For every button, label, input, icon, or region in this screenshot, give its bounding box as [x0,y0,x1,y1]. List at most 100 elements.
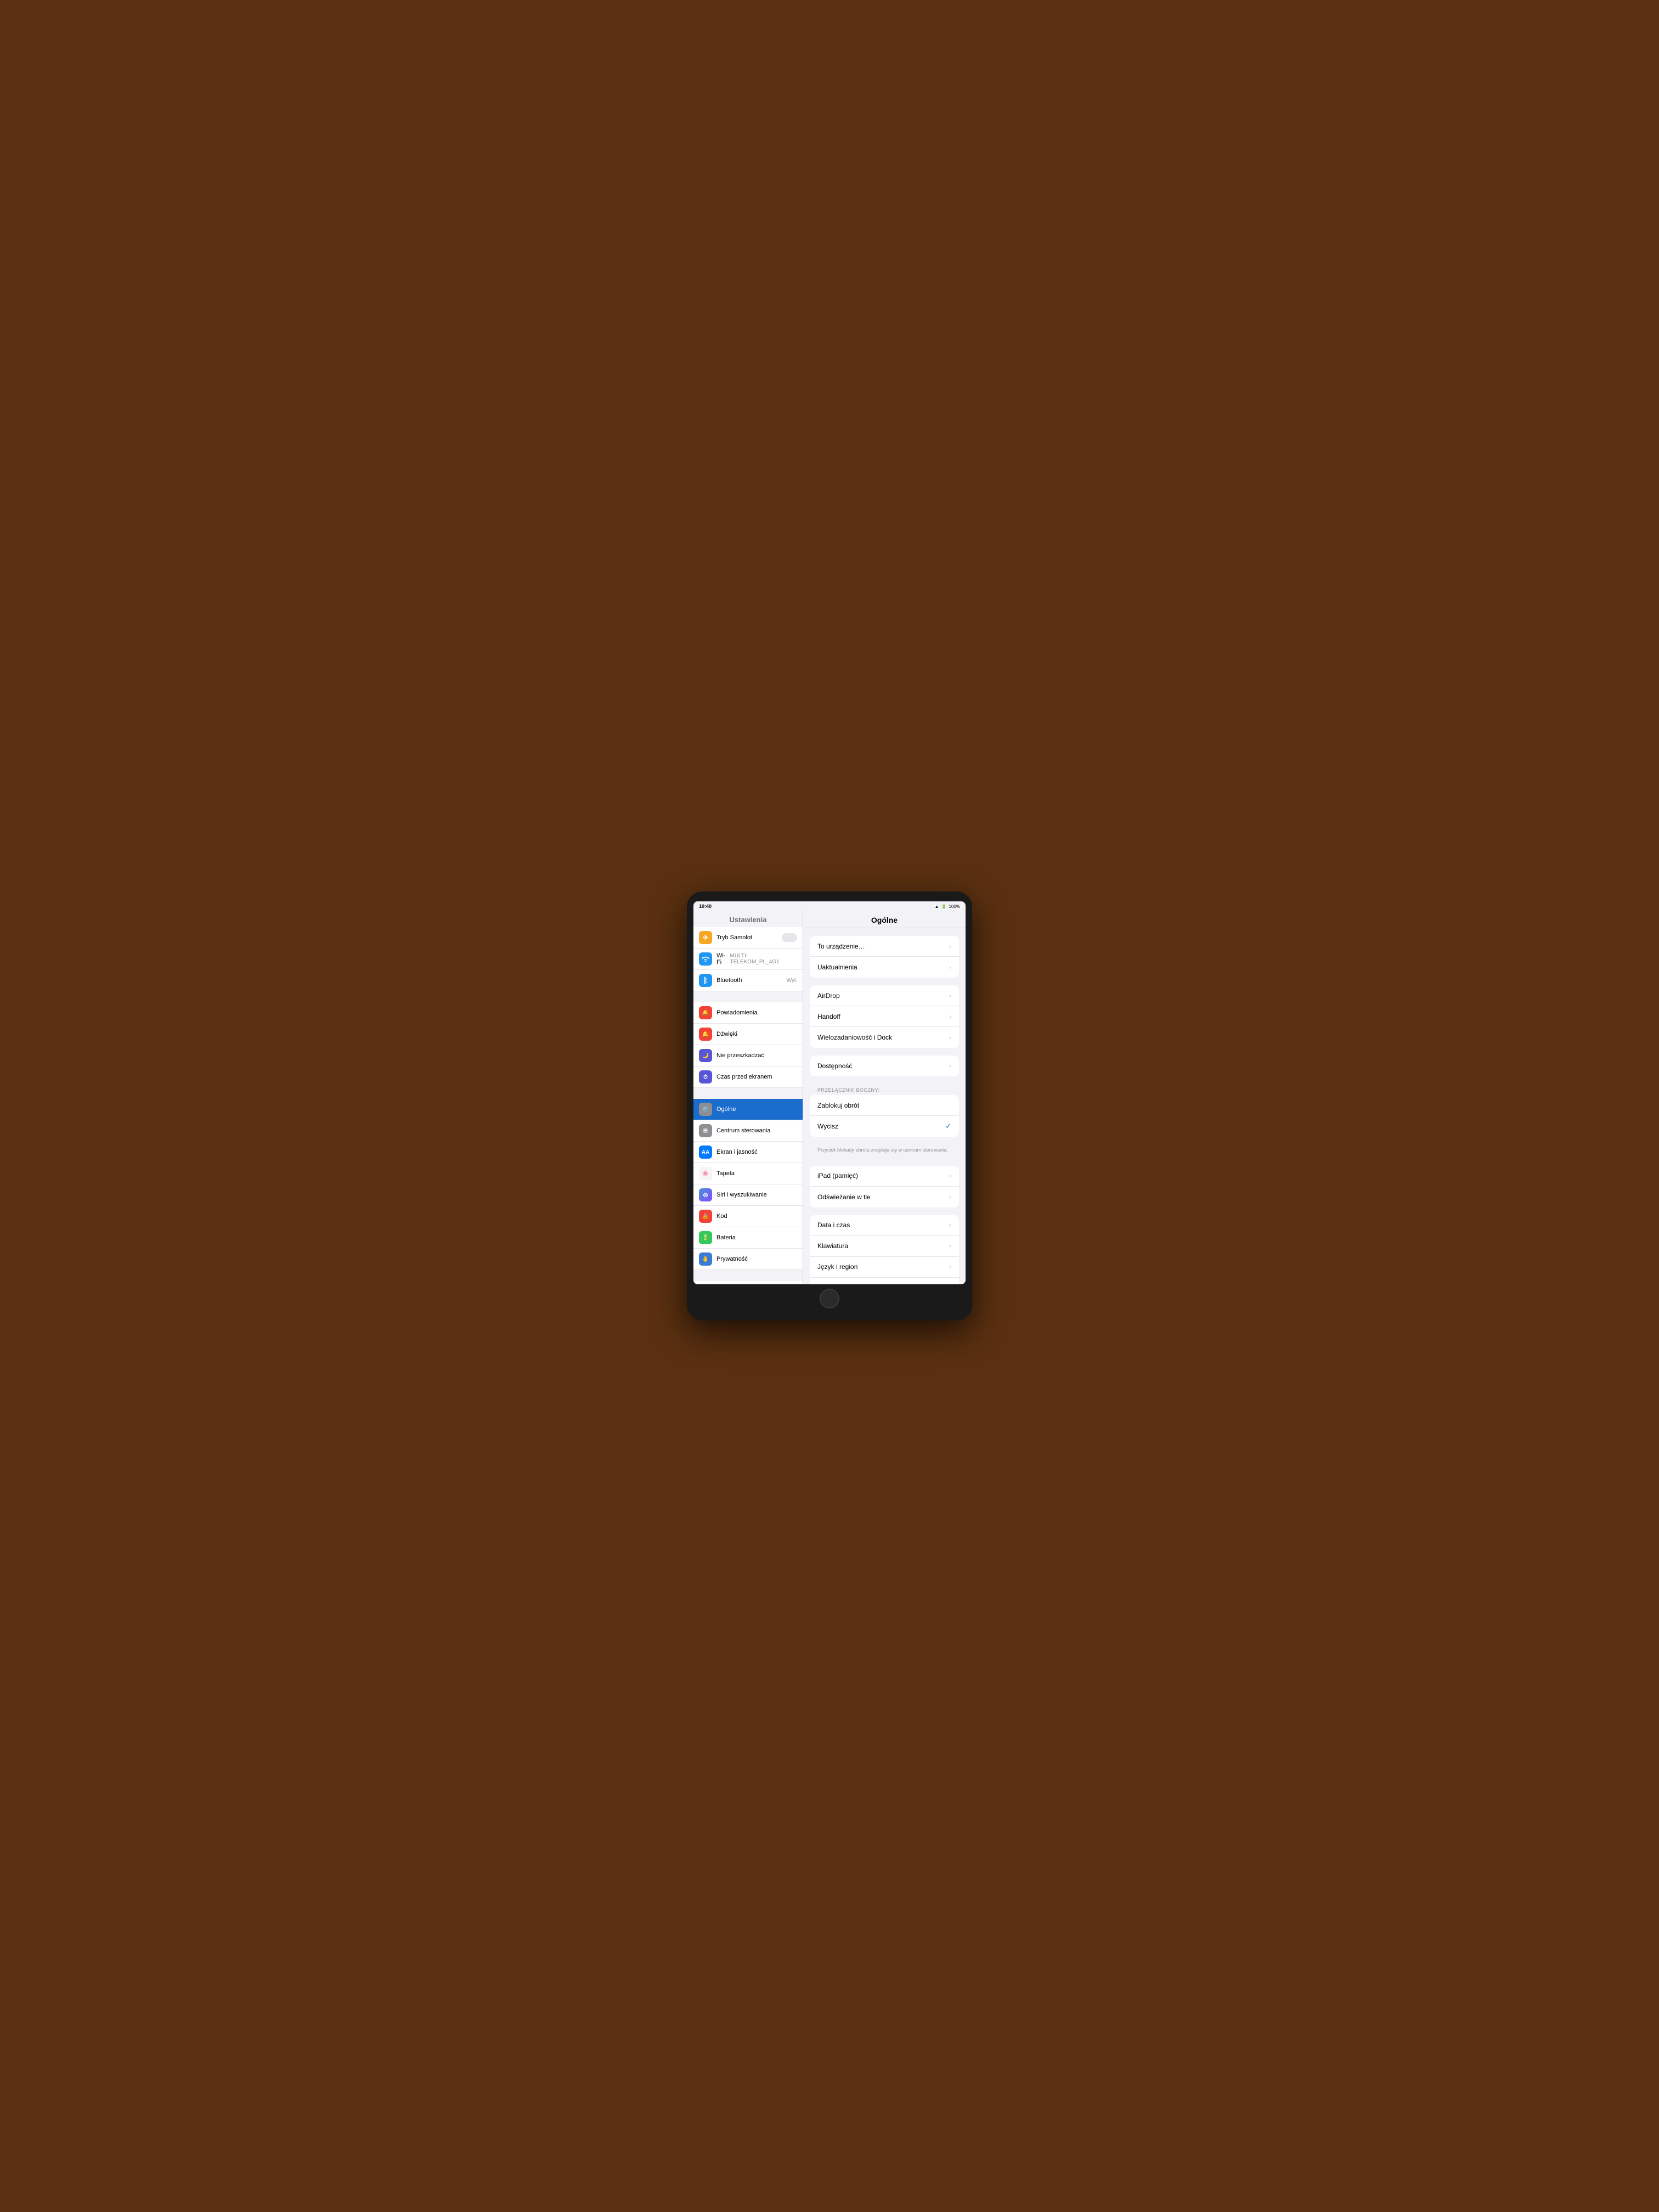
label-airdrop: AirDrop [817,992,946,1000]
battery-percent: 100% [949,904,960,909]
notifications-icon: 🔔 [699,1006,712,1019]
panel-group-ipad: iPad (pamięć) › Odświeżanie w tle › [810,1166,959,1207]
sidebar-item-general[interactable]: ⚙️ Ogólne [693,1099,803,1120]
panel-group-accessibility: Dostępność › [810,1056,959,1076]
sideswitch-note: Przycisk blokady obrotu znajduje się w c… [810,1144,959,1158]
sidebar-label-airplane: Tryb Samolot [716,934,777,941]
panel-section-airdrop: AirDrop › Handoff › Wielozadaniowość i D… [810,985,959,1048]
airplane-toggle[interactable] [782,933,797,942]
chevron-update: › [949,963,951,971]
siri-icon: ◎ [699,1188,712,1201]
panel-row-rotation-lock[interactable]: Zablokuj obrót [810,1095,959,1116]
panel-row-update[interactable]: Uaktualnienia › [810,957,959,978]
panel-row-datetime[interactable]: Data i czas › [810,1215,959,1236]
panel-section-sideswitch: PRZEŁĄCZNIK BOCZNY: Zablokuj obrót Wycis… [810,1084,959,1158]
screentime-icon: ⏱ [699,1070,712,1084]
panel-row-accessibility[interactable]: Dostępność › [810,1056,959,1076]
chevron-handoff: › [949,1013,951,1020]
sidebar-label-screentime: Czas przed ekranem [716,1074,797,1080]
label-bg-refresh: Odświeżanie w tle [817,1193,946,1201]
sidebar-sep-2 [693,1088,803,1099]
panel-row-keyboard[interactable]: Klawiatura › [810,1236,959,1257]
sidebar-item-controlcenter[interactable]: ⊞ Centrum sterowania [693,1120,803,1142]
label-mute: Wycisz [817,1122,942,1130]
sidebar-label-notifications: Powiadomienia [716,1009,797,1016]
panel-group-about: To urządzenie… › Uaktualnienia › [810,936,959,978]
panel-row-mute[interactable]: Wycisz ✓ [810,1116,959,1137]
label-update: Uaktualnienia [817,963,946,971]
dnd-icon: 🌙 [699,1049,712,1062]
sidebar-item-airplane[interactable]: ✈ Tryb Samolot [693,927,803,949]
tablet-device: 10:40 ▲ 🔋 100% Ustawienia ✈ Tryb Samolot [687,891,972,1321]
label-handoff: Handoff [817,1013,946,1020]
label-rotation-lock: Zablokuj obrót [817,1102,951,1109]
label-language: Język i region [817,1263,946,1271]
battery-icon: 🔋 [699,1231,712,1244]
mute-checkmark: ✓ [945,1122,951,1131]
sidebar-item-itunes[interactable]: 🅰 iTunes Store i App Store [693,1281,803,1284]
chevron-keyboard: › [949,1242,951,1250]
sidebar-label-dnd: Nie przeszkadzać [716,1052,797,1059]
panel-section-accessibility: Dostępność › [810,1056,959,1076]
sidebar-sep-3 [693,1270,803,1281]
panel-section-datetime: Data i czas › Klawiatura › Język i regio… [810,1215,959,1284]
chevron-bg-refresh: › [949,1193,951,1201]
panel-row-handoff[interactable]: Handoff › [810,1006,959,1027]
home-button[interactable] [820,1289,839,1308]
panel-group-airdrop: AirDrop › Handoff › Wielozadaniowość i D… [810,985,959,1048]
sidebar-label-privacy: Prywatność [716,1256,797,1262]
airplane-icon: ✈ [699,931,712,944]
sidebar-item-privacy[interactable]: 🤚 Prywatność [693,1249,803,1270]
sidebar-label-wallpaper: Tapeta [716,1170,797,1177]
wifi-icon [699,952,712,966]
panel-section-about: To urządzenie… › Uaktualnienia › [810,936,959,978]
status-right: ▲ 🔋 100% [935,904,960,909]
chevron-ipad-memory: › [949,1172,951,1180]
sidebar-item-dnd[interactable]: 🌙 Nie przeszkadzać [693,1045,803,1066]
privacy-icon: 🤚 [699,1252,712,1266]
sidebar-label-siri: Siri i wyszukiwanie [716,1192,797,1198]
panel-row-dictionary[interactable]: Słownik › [810,1278,959,1284]
sidebar-sep-1 [693,991,803,1002]
panel-row-airdrop[interactable]: AirDrop › [810,985,959,1006]
battery-icon: 🔋 [941,904,947,909]
controlcenter-icon: ⊞ [699,1124,712,1137]
sidebar-item-wifi[interactable]: Wi-Fi MULTI-TELEKOM_PL_4G1 [693,949,803,970]
wifi-value: MULTI-TELEKOM_PL_4G1 [730,953,798,965]
panel-section-ipad: iPad (pamięć) › Odświeżanie w tle › [810,1166,959,1207]
sidebar-item-display[interactable]: AA Ekran i jasność [693,1142,803,1163]
sideswitch-section-title: PRZEŁĄCZNIK BOCZNY: [810,1084,959,1095]
sidebar-label-display: Ekran i jasność [716,1149,797,1155]
panel-title: Ogólne [803,911,966,928]
panel-row-multitasking[interactable]: Wielozadaniowość i Dock › [810,1027,959,1048]
sidebar-item-passcode[interactable]: 🔒 Kod [693,1206,803,1227]
sidebar-item-siri[interactable]: ◎ Siri i wyszukiwanie [693,1184,803,1206]
wallpaper-icon: 🌸 [699,1167,712,1180]
main-panel: Ogólne To urządzenie… › Uaktualnienia › [803,911,966,1284]
sidebar-item-bluetooth[interactable]: ᛒ Bluetooth Wył. [693,970,803,991]
label-datetime: Data i czas [817,1221,946,1229]
sounds-icon: 🔔 [699,1028,712,1041]
chevron-datetime: › [949,1221,951,1229]
status-time: 10:40 [699,904,712,909]
panel-group-datetime: Data i czas › Klawiatura › Język i regio… [810,1215,959,1284]
sidebar: Ustawienia ✈ Tryb Samolot Wi-Fi MULTI-TE… [693,911,803,1284]
sidebar-item-screentime[interactable]: ⏱ Czas przed ekranem [693,1066,803,1088]
label-keyboard: Klawiatura [817,1242,946,1250]
sidebar-item-sounds[interactable]: 🔔 Dźwięki [693,1024,803,1045]
panel-row-bg-refresh[interactable]: Odświeżanie w tle › [810,1187,959,1207]
bluetooth-value: Wył. [787,978,797,984]
panel-row-about[interactable]: To urządzenie… › [810,936,959,957]
panel-row-ipad-memory[interactable]: iPad (pamięć) › [810,1166,959,1187]
chevron-multitasking: › [949,1034,951,1041]
sidebar-item-notifications[interactable]: 🔔 Powiadomienia [693,1002,803,1024]
sidebar-label-wifi: Wi-Fi [716,952,726,966]
sidebar-item-wallpaper[interactable]: 🌸 Tapeta [693,1163,803,1184]
settings-layout: Ustawienia ✈ Tryb Samolot Wi-Fi MULTI-TE… [693,911,966,1284]
label-ipad-memory: iPad (pamięć) [817,1172,946,1180]
sidebar-label-bluetooth: Bluetooth [716,977,782,984]
bluetooth-icon: ᛒ [699,974,712,987]
panel-row-language[interactable]: Język i region › [810,1257,959,1278]
sidebar-item-battery[interactable]: 🔋 Bateria [693,1227,803,1249]
panel-group-sideswitch: Zablokuj obrót Wycisz ✓ [810,1095,959,1137]
